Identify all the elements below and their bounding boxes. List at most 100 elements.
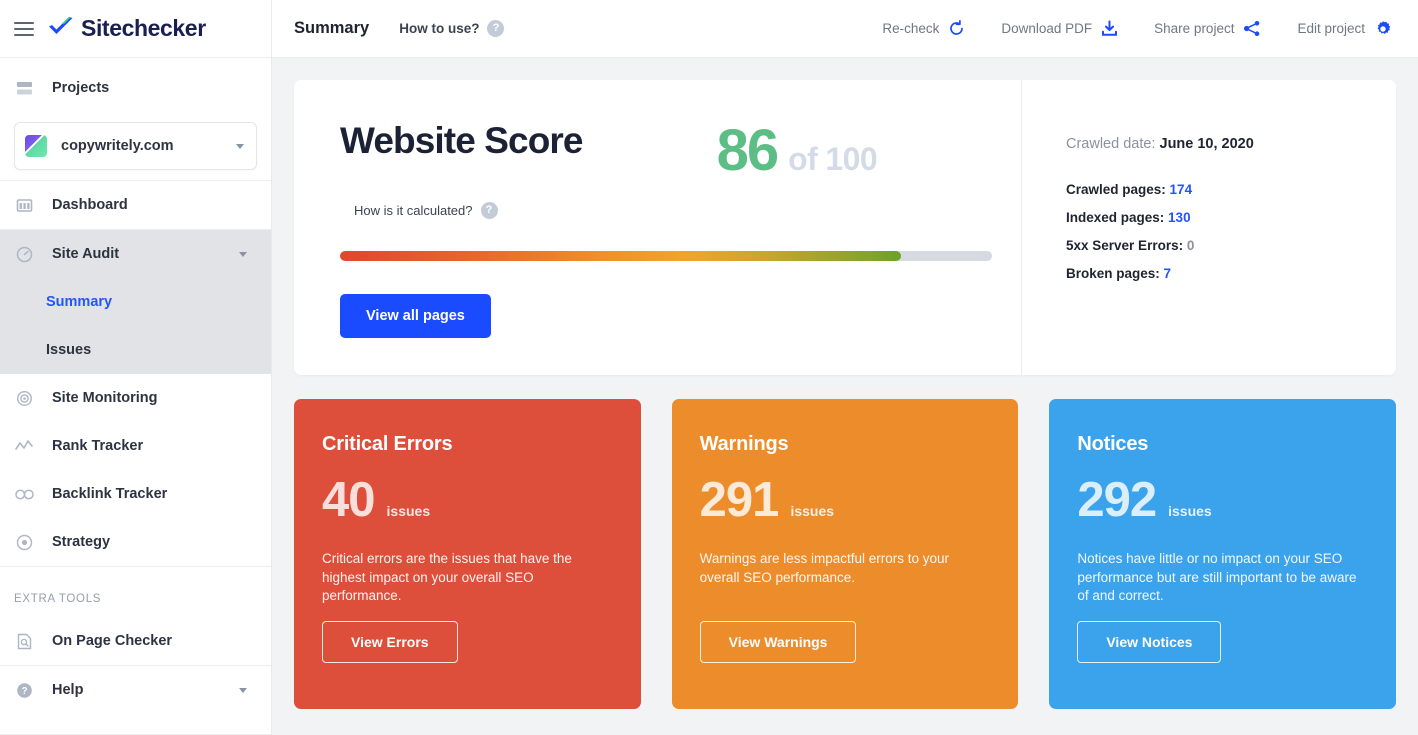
sidebar-subitem-label: Summary (46, 294, 113, 310)
sidebar-item-projects[interactable]: Projects (0, 64, 271, 112)
sidebar-item-rank-tracker[interactable]: Rank Tracker (0, 422, 271, 470)
stat-value[interactable]: 7 (1164, 266, 1172, 281)
card-count-row: 292 issues (1077, 476, 1368, 525)
project-selector[interactable]: copywritely.com (14, 122, 257, 170)
card-title: Critical Errors (322, 433, 453, 455)
sidebar-item-on-page-checker[interactable]: On Page Checker (0, 617, 271, 665)
card-description: Warnings are less impactful errors to yo… (699, 551, 950, 585)
page-search-icon (14, 631, 34, 651)
share-project-button[interactable]: Share project (1154, 20, 1261, 37)
view-notices-button[interactable]: View Notices (1077, 621, 1222, 663)
stat-row: 5xx Server Errors: 0 (1066, 238, 1396, 253)
card-description: Notices have little or no impact on your… (1077, 551, 1357, 604)
card-count-row: 291 issues (700, 476, 991, 525)
extra-tools-heading: EXTRA TOOLS (14, 593, 102, 605)
chevron-down-icon[interactable] (239, 251, 247, 257)
sidebar-item-site-monitoring[interactable]: Site Monitoring (0, 374, 271, 422)
how-calculated-label: How is it calculated? (354, 203, 473, 218)
view-warnings-button[interactable]: View Warnings (699, 621, 857, 663)
edit-project-label: Edit project (1297, 21, 1365, 36)
download-pdf-button[interactable]: Download PDF (1001, 20, 1118, 37)
warnings-card: Warnings 291 issues Warnings are less im… (671, 399, 1019, 709)
stat-label: 5xx Server Errors: (1066, 238, 1184, 253)
view-errors-button[interactable]: View Errors (322, 621, 458, 663)
re-check-button[interactable]: Re-check (882, 20, 965, 37)
score-left-panel: Website Score 86 of 100 How is it calcul… (294, 80, 1021, 375)
score-title: Website Score (340, 120, 584, 161)
projects-icon (14, 78, 34, 98)
stat-row: Broken pages: 7 (1066, 266, 1396, 281)
score-progress-fill (340, 251, 901, 261)
stat-label: Broken pages: (1066, 266, 1160, 281)
re-check-label: Re-check (882, 21, 940, 36)
critical-errors-card: Critical Errors 40 issues Critical error… (294, 399, 641, 709)
stat-value: 0 (1186, 238, 1195, 253)
score-number: 86 (716, 118, 779, 183)
card-unit: issues (1168, 503, 1212, 519)
sidebar-item-site-audit[interactable]: Site Audit (0, 230, 271, 278)
card-count: 291 (699, 473, 780, 527)
stat-label: Crawled pages: (1066, 182, 1166, 197)
question-mark-icon[interactable]: ? (487, 20, 505, 37)
how-is-it-calculated-link[interactable]: How is it calculated? ? (340, 202, 975, 219)
edit-project-button[interactable]: Edit project (1297, 20, 1392, 38)
brand-logo[interactable]: Sitechecker (48, 15, 206, 42)
view-all-pages-button[interactable]: View all pages (340, 294, 491, 338)
hamburger-icon[interactable] (14, 21, 34, 36)
sidebar-item-strategy[interactable]: Strategy (0, 518, 271, 566)
project-gradient-icon (25, 135, 47, 157)
score-header: Website Score 86 of 100 (340, 122, 975, 180)
chevron-down-icon[interactable] (239, 687, 247, 693)
brand-name: Sitechecker (81, 15, 206, 41)
sidebar-item-help[interactable]: ? Help (0, 666, 271, 714)
card-count: 40 (322, 473, 376, 527)
issue-cards-row: Critical Errors 40 issues Critical error… (294, 399, 1397, 709)
sidebar-item-issues[interactable]: Issues (0, 326, 271, 374)
notices-card: Notices 292 issues Notices have little o… (1049, 399, 1397, 709)
score-value-group: 86 of 100 (716, 118, 878, 183)
card-title: Warnings (699, 433, 789, 455)
chevron-down-icon[interactable] (236, 143, 244, 149)
refresh-icon (948, 20, 965, 37)
app-root: Sitechecker Projects copywritely.com Das… (0, 0, 1418, 735)
sidebar-item-label: Projects (52, 80, 110, 96)
how-to-use-link[interactable]: How to use? ? (399, 20, 505, 37)
stat-row: Indexed pages: 130 (1066, 210, 1396, 225)
project-name: copywritely.com (61, 138, 174, 154)
card-unit: issues (386, 503, 431, 519)
sidebar-projects-section: Projects copywritely.com (0, 58, 271, 180)
crawled-date-value: June 10, 2020 (1159, 136, 1254, 152)
page-title: Summary (294, 19, 370, 37)
sidebar: Sitechecker Projects copywritely.com Das… (0, 0, 272, 735)
website-score-card: Website Score 86 of 100 How is it calcul… (294, 80, 1396, 375)
download-pdf-label: Download PDF (1001, 21, 1093, 36)
sidebar-item-label: Help (52, 682, 84, 698)
topbar: Summary How to use? ? Re-check Download … (272, 0, 1418, 58)
card-count: 292 (1077, 473, 1157, 527)
crawl-info-panel: Crawled date: June 10, 2020 Crawled page… (1021, 80, 1396, 375)
target-icon (14, 532, 34, 552)
sidebar-item-dashboard[interactable]: Dashboard (0, 181, 271, 229)
content-area: Website Score 86 of 100 How is it calcul… (272, 58, 1418, 735)
crawled-date: Crawled date: June 10, 2020 (1066, 136, 1396, 152)
sidebar-item-label: Strategy (52, 534, 111, 550)
sidebar-item-summary[interactable]: Summary (0, 278, 271, 326)
sidebar-item-label: Site Monitoring (52, 390, 158, 406)
how-to-use-label: How to use? (399, 21, 480, 36)
sidebar-item-label: Rank Tracker (52, 438, 144, 454)
download-icon (1101, 20, 1118, 37)
card-count-row: 40 issues (322, 476, 613, 525)
monitoring-icon (14, 388, 34, 408)
sidebar-item-backlink-tracker[interactable]: Backlink Tracker (0, 470, 271, 518)
card-description: Critical errors are the issues that have… (322, 551, 572, 604)
link-icon (14, 484, 34, 504)
stat-value[interactable]: 130 (1168, 210, 1191, 225)
question-mark-icon[interactable]: ? (480, 202, 498, 219)
sidebar-group-site-audit: Site Audit Summary Issues (0, 230, 271, 374)
trend-line-icon (14, 436, 34, 456)
stat-value[interactable]: 174 (1170, 182, 1193, 197)
sidebar-item-label: Dashboard (52, 197, 128, 213)
brand-row: Sitechecker (0, 0, 271, 58)
check-logo-icon (48, 16, 74, 41)
gauge-icon (14, 244, 34, 264)
